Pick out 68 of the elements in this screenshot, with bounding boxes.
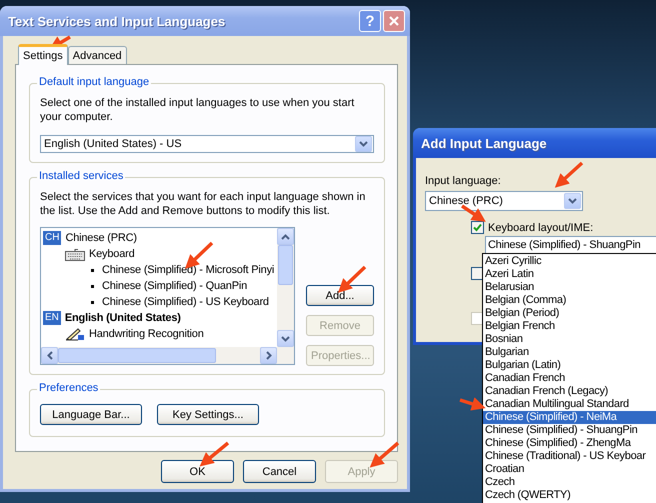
bullet-icon (91, 300, 94, 304)
list-option[interactable]: Canadian Multilingual Standard (483, 398, 656, 411)
list-option[interactable]: Croatian (483, 463, 656, 476)
list-option[interactable]: Chinese (Simplified) - NeiMa (483, 411, 656, 424)
tab[interactable]: Advanced (68, 46, 127, 64)
arrow-icon (200, 442, 230, 466)
bullet-icon (91, 284, 94, 288)
checkbox-label: Keyboard layout/IME: (488, 222, 594, 234)
tree-item[interactable]: Keyboard (89, 248, 134, 260)
list-option[interactable]: Chinese (Traditional) - US Keyboar (483, 450, 656, 463)
list-option[interactable]: Chinese (Simplified) - ZhengMa (483, 437, 656, 450)
scroll-thumb[interactable] (278, 245, 293, 285)
list-option[interactable]: Czech (483, 476, 656, 489)
list-option[interactable]: Belgian (Comma) (483, 294, 656, 307)
language-badge: EN (43, 311, 61, 325)
scroll-down-icon[interactable] (277, 330, 294, 347)
tab[interactable]: Settings (18, 44, 68, 65)
list-option[interactable]: Canadian French (Legacy) (483, 385, 656, 398)
list-option[interactable]: Bulgarian (Latin) (483, 359, 656, 372)
arrow-icon (370, 442, 400, 468)
keyboard-icon (65, 248, 85, 260)
list-option[interactable]: Azeri Latin (483, 268, 656, 281)
vertical-scrollbar[interactable] (277, 228, 294, 347)
group-title: Preferences (37, 382, 100, 394)
list-option[interactable]: Canadian French (483, 372, 656, 385)
list-option[interactable]: Belgian French (483, 320, 656, 333)
list-option[interactable]: Bulgarian (483, 346, 656, 359)
checkbox[interactable] (471, 221, 484, 234)
pen-icon (65, 327, 85, 341)
tree-item[interactable]: English (United States) (64, 312, 181, 324)
group-description: Select one of the installed input languages to use when you start your computer. (40, 96, 356, 124)
horizontal-scrollbar[interactable] (41, 347, 294, 364)
scroll-right-icon[interactable] (260, 347, 277, 364)
dialog-button[interactable]: Cancel (243, 460, 316, 483)
preferences-button[interactable]: Language Bar... (40, 404, 142, 425)
language-dropdown[interactable]: English (United States) - US (40, 135, 374, 153)
arrow-icon (338, 266, 366, 293)
tree-item[interactable]: Chinese (PRC) (65, 232, 137, 244)
list-option[interactable]: Bosnian (483, 333, 656, 346)
group-title: Default input language (37, 76, 152, 88)
language-badge: CH (43, 231, 62, 245)
field-label: Input language: (425, 174, 501, 188)
list-option[interactable]: Belarusian (483, 281, 656, 294)
preferences-button[interactable]: Key Settings... (157, 404, 259, 425)
scroll-thumb[interactable] (58, 348, 216, 363)
close-icon (388, 15, 400, 27)
list-option[interactable]: Belgian (Period) (483, 307, 656, 320)
window-title: Add Input Language (421, 136, 548, 150)
group-description: Select the services that you want for each input language shown in the list. Use the Add and Remove buttons to modify this list. (40, 190, 366, 218)
scroll-up-icon[interactable] (277, 228, 294, 245)
list-option[interactable]: Czech (QWERTY) (483, 489, 656, 502)
window-title: Text Services and Input Languages (8, 14, 226, 28)
tree-item[interactable]: Handwriting Recognition (89, 328, 204, 340)
group-title: Installed services (37, 170, 126, 182)
tree-item[interactable]: Chinese (Simplified) - QuanPin (102, 280, 248, 292)
arrow-icon (461, 204, 486, 222)
close-button[interactable] (383, 10, 405, 32)
list-option[interactable]: Chinese (Simplified) - ShuangPin (483, 424, 656, 437)
tree-item[interactable]: Chinese (Simplified) - US Keyboard (102, 296, 269, 308)
language-dropdown[interactable]: Chinese (PRC) (425, 191, 583, 211)
side-button[interactable]: Add... (306, 285, 374, 306)
scroll-left-icon[interactable] (41, 347, 58, 364)
arrow-icon (554, 162, 584, 188)
list-option[interactable]: Azeri Cyrillic (483, 255, 656, 268)
bullet-icon (91, 268, 94, 272)
tree-item[interactable]: Chinese (Simplified) - Microsoft Pinyi (102, 264, 274, 276)
dialog-button[interactable]: OK (161, 460, 234, 483)
arrow-icon (459, 397, 486, 411)
